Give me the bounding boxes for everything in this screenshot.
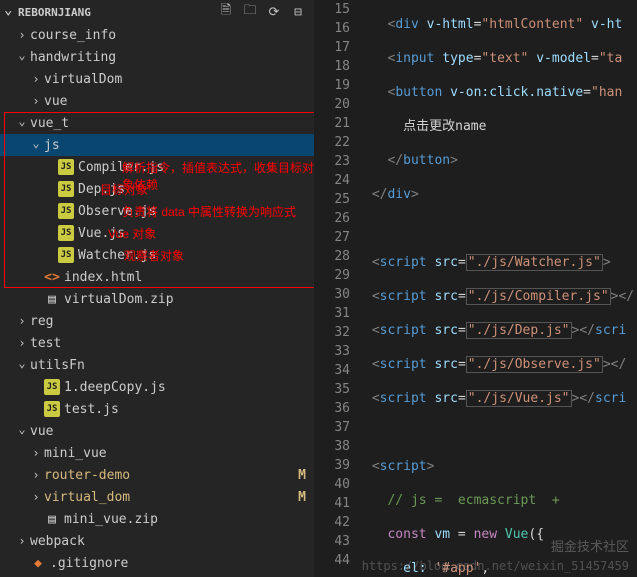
file-gitignore[interactable]: ◆.gitignore <box>0 552 314 574</box>
folder-vue2[interactable]: vue <box>0 420 314 442</box>
line-number: 37 <box>314 418 350 437</box>
folder-vue[interactable]: vue <box>0 90 314 112</box>
line-number: 26 <box>314 209 350 228</box>
line-number: 34 <box>314 361 350 380</box>
line-number: 39 <box>314 456 350 475</box>
file-deepcopy-js[interactable]: JS1.deepCopy.js <box>0 376 314 398</box>
line-number: 30 <box>314 285 350 304</box>
line-number: 17 <box>314 38 350 57</box>
folder-utilsfn[interactable]: utilsFn <box>0 354 314 376</box>
folder-handwriting[interactable]: handwriting <box>0 46 314 68</box>
file-tree: course_info handwriting virtualDom vue v… <box>0 24 314 577</box>
line-number: 16 <box>314 19 350 38</box>
folder-virtualdom[interactable]: virtualDom <box>0 68 314 90</box>
line-number: 21 <box>314 114 350 133</box>
folder-mini-vue[interactable]: mini_vue <box>0 442 314 464</box>
line-number: 32 <box>314 323 350 342</box>
line-number: 18 <box>314 57 350 76</box>
watermark-logo: 掘金技术社区 <box>551 536 629 555</box>
folder-webpack[interactable]: webpack <box>0 530 314 552</box>
file-observe-js[interactable]: JSObserve.js <box>0 200 314 222</box>
line-number: 29 <box>314 266 350 285</box>
collapse-icon[interactable]: ⊟ <box>290 4 306 20</box>
file-dep-js[interactable]: JSDep.js <box>0 178 314 200</box>
file-watcher-js[interactable]: JSWatcher.js <box>0 244 314 266</box>
line-number: 38 <box>314 437 350 456</box>
line-number: 20 <box>314 95 350 114</box>
code-editor[interactable]: 1516171819202122232425262728293031323334… <box>314 0 637 577</box>
line-number: 33 <box>314 342 350 361</box>
folder-test[interactable]: test <box>0 332 314 354</box>
line-number: 35 <box>314 380 350 399</box>
folder-router-demo[interactable]: router-demoM <box>0 464 314 486</box>
folder-js[interactable]: js <box>0 134 314 156</box>
refresh-icon[interactable]: ⟳ <box>266 4 282 20</box>
line-number: 19 <box>314 76 350 95</box>
line-gutter: 1516171819202122232425262728293031323334… <box>314 0 364 577</box>
header-actions: 🗎 🗀 ⟳ ⊟ <box>218 4 306 20</box>
line-number: 25 <box>314 190 350 209</box>
line-number: 15 <box>314 0 350 19</box>
project-title[interactable]: REBORNJIANG <box>4 6 91 19</box>
code-content[interactable]: <div v-html="htmlContent" v-ht <input ty… <box>364 0 637 577</box>
line-number: 42 <box>314 513 350 532</box>
new-folder-icon[interactable]: 🗀 <box>242 4 258 20</box>
modified-badge: M <box>298 468 306 483</box>
folder-course-info[interactable]: course_info <box>0 24 314 46</box>
line-number: 23 <box>314 152 350 171</box>
file-compiler-js[interactable]: JSCompiler.js <box>0 156 314 178</box>
file-index-html[interactable]: <>index.html <box>0 266 314 288</box>
line-number: 28 <box>314 247 350 266</box>
folder-reg[interactable]: reg <box>0 310 314 332</box>
line-number: 27 <box>314 228 350 247</box>
modified-badge: M <box>298 490 306 505</box>
line-number: 43 <box>314 532 350 551</box>
line-number: 36 <box>314 399 350 418</box>
sidebar-header: REBORNJIANG 🗎 🗀 ⟳ ⊟ <box>0 0 314 24</box>
line-number: 31 <box>314 304 350 323</box>
new-file-icon[interactable]: 🗎 <box>218 4 234 20</box>
line-number: 24 <box>314 171 350 190</box>
line-number: 40 <box>314 475 350 494</box>
file-virtualdom-zip[interactable]: ▤virtualDom.zip <box>0 288 314 310</box>
file-mini-vue-zip[interactable]: ▤mini_vue.zip <box>0 508 314 530</box>
line-number: 44 <box>314 551 350 570</box>
file-explorer-sidebar: REBORNJIANG 🗎 🗀 ⟳ ⊟ course_info handwrit… <box>0 0 314 577</box>
file-test-js[interactable]: JStest.js <box>0 398 314 420</box>
line-number: 41 <box>314 494 350 513</box>
folder-virtual-dom[interactable]: virtual_domM <box>0 486 314 508</box>
watermark-url: https://blog.csdn.net/weixin_51457459 <box>362 559 629 573</box>
line-number: 22 <box>314 133 350 152</box>
file-vue-js[interactable]: JSVue.js <box>0 222 314 244</box>
folder-vue-t[interactable]: vue_t <box>0 112 314 134</box>
